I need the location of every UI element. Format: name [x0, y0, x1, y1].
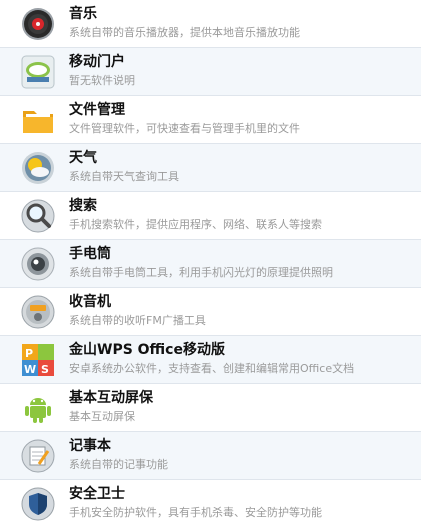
app-row-security[interactable]: 安全卫士 手机安全防护软件，具有手机杀毒、安全防护等功能: [0, 480, 421, 521]
app-title: 搜索: [69, 198, 97, 214]
search-icon: [21, 199, 55, 233]
app-title: 金山WPS Office移动版: [69, 342, 225, 358]
app-row-search[interactable]: 搜索 手机搜索软件，提供应用程序、网络、联系人等搜索: [0, 192, 421, 240]
svg-text:P: P: [25, 347, 33, 360]
app-row-music[interactable]: 音乐 系统自带的音乐播放器，提供本地音乐播放功能: [0, 0, 421, 48]
app-title: 音乐: [69, 6, 97, 22]
wps-office-icon: P W S: [21, 343, 55, 377]
app-description: 系统自带手电筒工具，利用手机闪光灯的原理提供照明: [69, 266, 333, 279]
android-icon: [21, 391, 55, 425]
app-title: 收音机: [69, 294, 111, 310]
app-title: 文件管理: [69, 102, 125, 118]
app-title: 基本互动屏保: [69, 390, 153, 406]
app-row-screensaver[interactable]: 基本互动屏保 基本互动屏保: [0, 384, 421, 432]
svg-text:W: W: [24, 363, 36, 376]
app-row-wps-office[interactable]: P W S 金山WPS Office移动版 安卓系统办公软件，支持查看、创建和编…: [0, 336, 421, 384]
notepad-icon: [21, 439, 55, 473]
flashlight-icon: [21, 247, 55, 281]
app-row-weather[interactable]: 天气 系统自带天气查询工具: [0, 144, 421, 192]
app-title: 移动门户: [69, 54, 125, 70]
app-row-portal[interactable]: 移动门户 暂无软件说明: [0, 48, 421, 96]
app-description: 暂无软件说明: [69, 74, 135, 87]
app-description: 系统自带的收听FM广播工具: [69, 314, 206, 327]
app-list: 音乐 系统自带的音乐播放器，提供本地音乐播放功能 移动门户 暂无软件说明 文件管…: [0, 0, 421, 521]
app-title: 记事本: [69, 438, 111, 454]
radio-icon: [21, 295, 55, 329]
app-title: 安全卫士: [69, 486, 125, 502]
app-description: 系统自带的记事功能: [69, 458, 168, 471]
app-description: 系统自带天气查询工具: [69, 170, 179, 183]
app-description: 安卓系统办公软件，支持查看、创建和编辑常用Office文档: [69, 362, 355, 375]
portal-icon: [21, 55, 55, 89]
app-title: 天气: [69, 150, 97, 166]
app-description: 基本互动屏保: [69, 410, 135, 423]
shield-icon: [21, 487, 55, 521]
app-row-file-manager[interactable]: 文件管理 文件管理软件，可快速查看与管理手机里的文件: [0, 96, 421, 144]
folder-icon: [21, 103, 55, 137]
app-description: 手机搜索软件，提供应用程序、网络、联系人等搜索: [69, 218, 322, 231]
app-description: 文件管理软件，可快速查看与管理手机里的文件: [69, 122, 300, 135]
music-disc-icon: [21, 7, 55, 41]
app-title: 手电筒: [69, 246, 111, 262]
svg-text:S: S: [41, 363, 49, 376]
app-description: 手机安全防护软件，具有手机杀毒、安全防护等功能: [69, 506, 322, 519]
app-row-notepad[interactable]: 记事本 系统自带的记事功能: [0, 432, 421, 480]
weather-icon: [21, 151, 55, 185]
app-description: 系统自带的音乐播放器，提供本地音乐播放功能: [69, 26, 300, 39]
app-row-radio[interactable]: 收音机 系统自带的收听FM广播工具: [0, 288, 421, 336]
app-row-flashlight[interactable]: 手电筒 系统自带手电筒工具，利用手机闪光灯的原理提供照明: [0, 240, 421, 288]
